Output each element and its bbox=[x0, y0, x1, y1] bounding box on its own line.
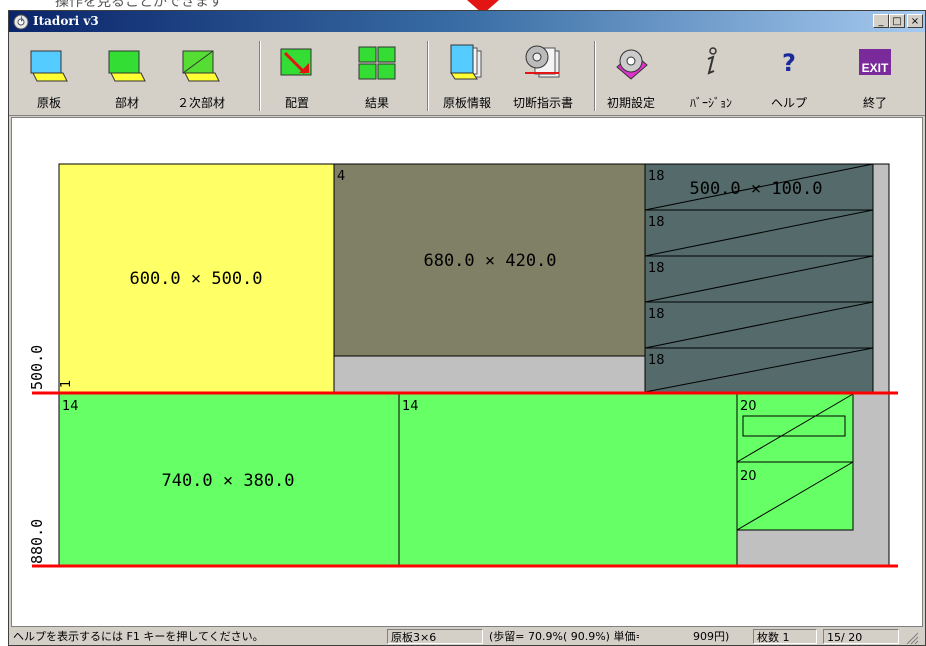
part-teal-tag-1: 18 bbox=[648, 169, 665, 184]
toolbar-version-label: ﾊﾞｰｼﾞｮﾝ bbox=[689, 96, 732, 110]
top-hint-text: 操作を見ることができます bbox=[55, 0, 223, 10]
part-small-bottom-tag: 20 bbox=[740, 469, 757, 484]
toolbar-board-label: 原板 bbox=[36, 96, 61, 110]
maximize-button[interactable]: □ bbox=[889, 14, 905, 28]
part-small-top-tag: 20 bbox=[740, 399, 757, 414]
part-teal-tag-2: 18 bbox=[648, 215, 665, 230]
part-green-left-label: 740.0 × 380.0 bbox=[161, 471, 294, 491]
layout-canvas[interactable]: 600.0 × 500.0 1 4 680.0 × 420.0 18 18 18… bbox=[11, 117, 923, 627]
part-green-right-tag: 14 bbox=[402, 399, 419, 414]
toolbar-cutting-instructions-button[interactable]: 切断指示書 bbox=[511, 39, 575, 111]
toolbar: 原板 部材 ２次部材 配置 結果 原板情報 切断指示書 初期設定 ﾊﾞｰｼﾞｮﾝ… bbox=[9, 33, 925, 116]
secondary-parts-icon bbox=[182, 50, 220, 82]
part-olive-label: 680.0 × 420.0 bbox=[423, 251, 556, 271]
window-title: Itadori v3 bbox=[33, 14, 99, 28]
part-green-left-tag: 14 bbox=[62, 399, 79, 414]
part-teal-tag-4: 18 bbox=[648, 307, 665, 322]
toolbar-help-button[interactable]: ? ヘルプ bbox=[757, 39, 821, 111]
toolbar-board-button[interactable]: 原板 bbox=[17, 39, 81, 111]
parts-icon bbox=[108, 50, 146, 82]
toolbar-version-button[interactable]: ﾊﾞｰｼﾞｮﾝ bbox=[679, 39, 743, 111]
part-olive-tag: 4 bbox=[337, 169, 345, 184]
toolbar-initial-settings-label: 初期設定 bbox=[606, 96, 655, 110]
dimension-label-top: 500.0 bbox=[28, 345, 46, 390]
cutting-layout-drawing: 600.0 × 500.0 1 4 680.0 × 420.0 18 18 18… bbox=[28, 163, 898, 568]
cutting-instructions-icon bbox=[525, 45, 560, 78]
toolbar-results-label: 結果 bbox=[364, 96, 389, 110]
dimension-label-bottom: 880.0 bbox=[28, 519, 46, 564]
exit-badge-text: EXIT bbox=[861, 61, 889, 75]
toolbar-placement-label: 配置 bbox=[284, 96, 309, 110]
initial-settings-icon bbox=[616, 49, 648, 80]
toolbar-placement-button[interactable]: 配置 bbox=[265, 39, 329, 111]
top-hint-strip: 操作を見ることができます bbox=[0, 0, 926, 10]
toolbar-results-button[interactable]: 結果 bbox=[345, 39, 409, 111]
toolbar-initial-settings-button[interactable]: 初期設定 bbox=[599, 39, 663, 111]
svg-text:?: ? bbox=[782, 49, 796, 77]
status-help-text: ヘルプを表示するには F1 キーを押してください。 bbox=[13, 630, 264, 643]
toolbar-separator bbox=[259, 41, 261, 111]
toolbar-help-label: ヘルプ bbox=[770, 96, 807, 110]
app-window: Itadori v3 _ □ × 原板 部材 ２次部材 配置 結果 原板情報 切… bbox=[8, 10, 926, 646]
status-count: 枚数 1 bbox=[753, 629, 817, 644]
toolbar-secondary-parts-label: ２次部材 bbox=[176, 96, 225, 110]
status-board-size: 原板3×6 bbox=[387, 629, 483, 644]
toolbar-cutting-instructions-label: 切断指示書 bbox=[512, 96, 573, 110]
status-yield: (歩留= 70.9%( 90.9%) 単価= bbox=[489, 630, 639, 643]
status-bar: ヘルプを表示するには F1 キーを押してください。 原板3×6 (歩留= 70.… bbox=[9, 627, 925, 645]
pointer-arrow-icon bbox=[467, 0, 499, 10]
resize-grip-icon[interactable] bbox=[905, 631, 919, 645]
toolbar-board-info-label: 原板情報 bbox=[442, 96, 491, 110]
status-page: 15/ 20 bbox=[823, 629, 899, 644]
app-icon bbox=[13, 14, 29, 30]
toolbar-exit-button[interactable]: EXIT 終了 bbox=[843, 39, 907, 111]
toolbar-separator bbox=[427, 41, 429, 111]
row-marker: 1 bbox=[59, 380, 74, 388]
part-teal-tag-5: 18 bbox=[648, 353, 665, 368]
part-green-right[interactable] bbox=[398, 393, 738, 567]
version-info-icon bbox=[707, 47, 717, 75]
status-price: 909円) bbox=[693, 630, 730, 643]
toolbar-separator bbox=[594, 41, 596, 111]
help-icon: ? bbox=[782, 49, 796, 77]
title-bar[interactable]: Itadori v3 _ □ × bbox=[9, 11, 925, 32]
part-teal-label: 500.0 × 100.0 bbox=[689, 179, 822, 199]
placement-icon bbox=[280, 48, 312, 76]
part-teal-tag-3: 18 bbox=[648, 261, 665, 276]
toolbar-board-info-button[interactable]: 原板情報 bbox=[435, 39, 499, 111]
minimize-button[interactable]: _ bbox=[873, 14, 889, 28]
part-yellow-label: 600.0 × 500.0 bbox=[129, 269, 262, 289]
toolbar-secondary-parts-button[interactable]: ２次部材 bbox=[169, 39, 233, 111]
results-icon bbox=[358, 46, 396, 80]
toolbar-parts-label: 部材 bbox=[114, 96, 139, 110]
toolbar-parts-button[interactable]: 部材 bbox=[95, 39, 159, 111]
toolbar-exit-label: 終了 bbox=[862, 96, 887, 110]
close-button[interactable]: × bbox=[907, 14, 923, 28]
board-info-icon bbox=[450, 44, 482, 80]
board-icon bbox=[30, 50, 68, 82]
